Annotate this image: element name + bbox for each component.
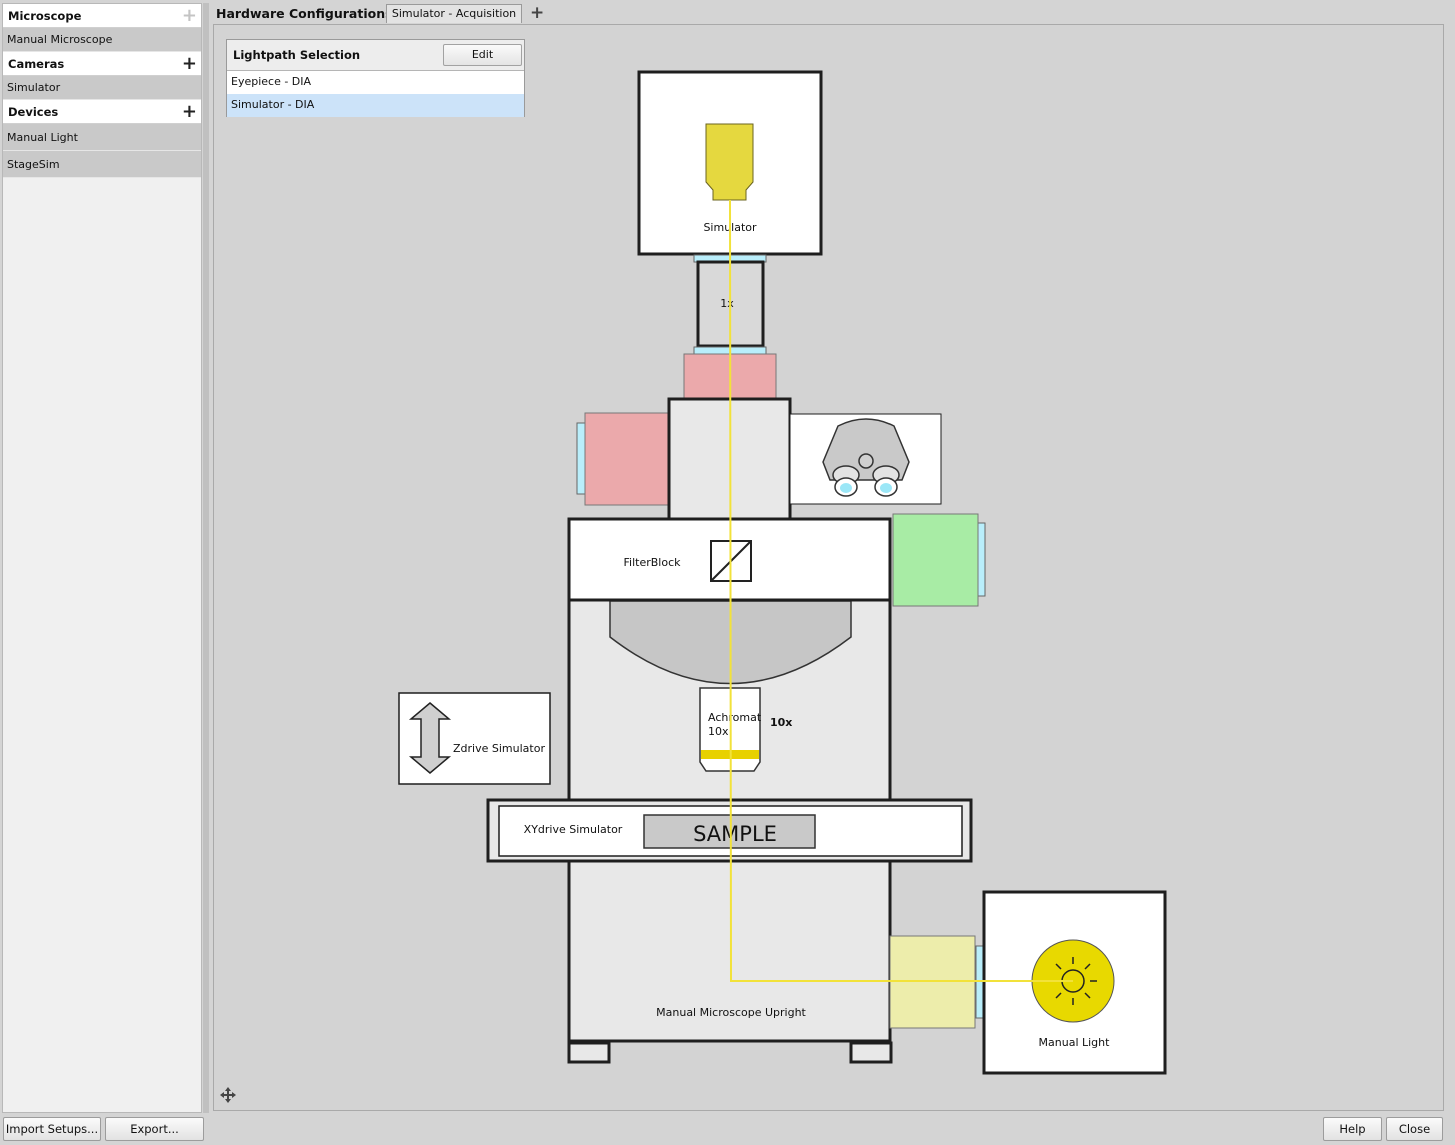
help-button[interactable]: Help: [1323, 1117, 1382, 1141]
section-title: Cameras: [8, 56, 65, 71]
section-header-cameras[interactable]: Cameras +: [3, 52, 201, 76]
lightpath-option-eyepiece[interactable]: Eyepiece - DIA: [227, 71, 524, 94]
sidebar-item-manual-microscope[interactable]: Manual Microscope: [3, 28, 201, 52]
sidebar-item-stagesim[interactable]: StageSim: [3, 151, 201, 178]
hardware-configurations-label: Hardware Configurations:: [216, 6, 398, 21]
move-icon[interactable]: [219, 1086, 237, 1104]
lightpath-header: Lightpath Selection Edit: [227, 40, 524, 71]
import-setups-button[interactable]: Import Setups...: [3, 1117, 101, 1141]
add-configuration-icon[interactable]: +: [530, 3, 544, 23]
sidebar: Microscope + Manual Microscope Cameras +…: [2, 3, 202, 1113]
configuration-canvas[interactable]: [213, 24, 1444, 1111]
lightpath-option-simulator[interactable]: Simulator - DIA: [227, 94, 524, 117]
export-button[interactable]: Export...: [105, 1117, 204, 1141]
lightpath-panel: Lightpath Selection Edit Eyepiece - DIA …: [226, 39, 525, 117]
tab-simulator-acquisition[interactable]: Simulator - Acquisition: [386, 4, 522, 23]
section-header-microscope[interactable]: Microscope +: [3, 4, 201, 28]
add-camera-icon[interactable]: +: [182, 54, 197, 73]
section-header-devices[interactable]: Devices +: [3, 100, 201, 124]
add-microscope-icon: +: [181, 4, 197, 26]
section-title: Devices: [8, 104, 59, 119]
sidebar-item-manual-light[interactable]: Manual Light: [3, 124, 201, 151]
sidebar-splitter[interactable]: [203, 3, 209, 1113]
lightpath-title: Lightpath Selection: [233, 48, 361, 62]
section-title: Microscope: [8, 8, 82, 23]
edit-lightpath-button[interactable]: Edit: [443, 44, 522, 66]
close-button[interactable]: Close: [1386, 1117, 1443, 1141]
sidebar-item-simulator[interactable]: Simulator: [3, 76, 201, 100]
add-device-icon[interactable]: +: [182, 102, 197, 121]
